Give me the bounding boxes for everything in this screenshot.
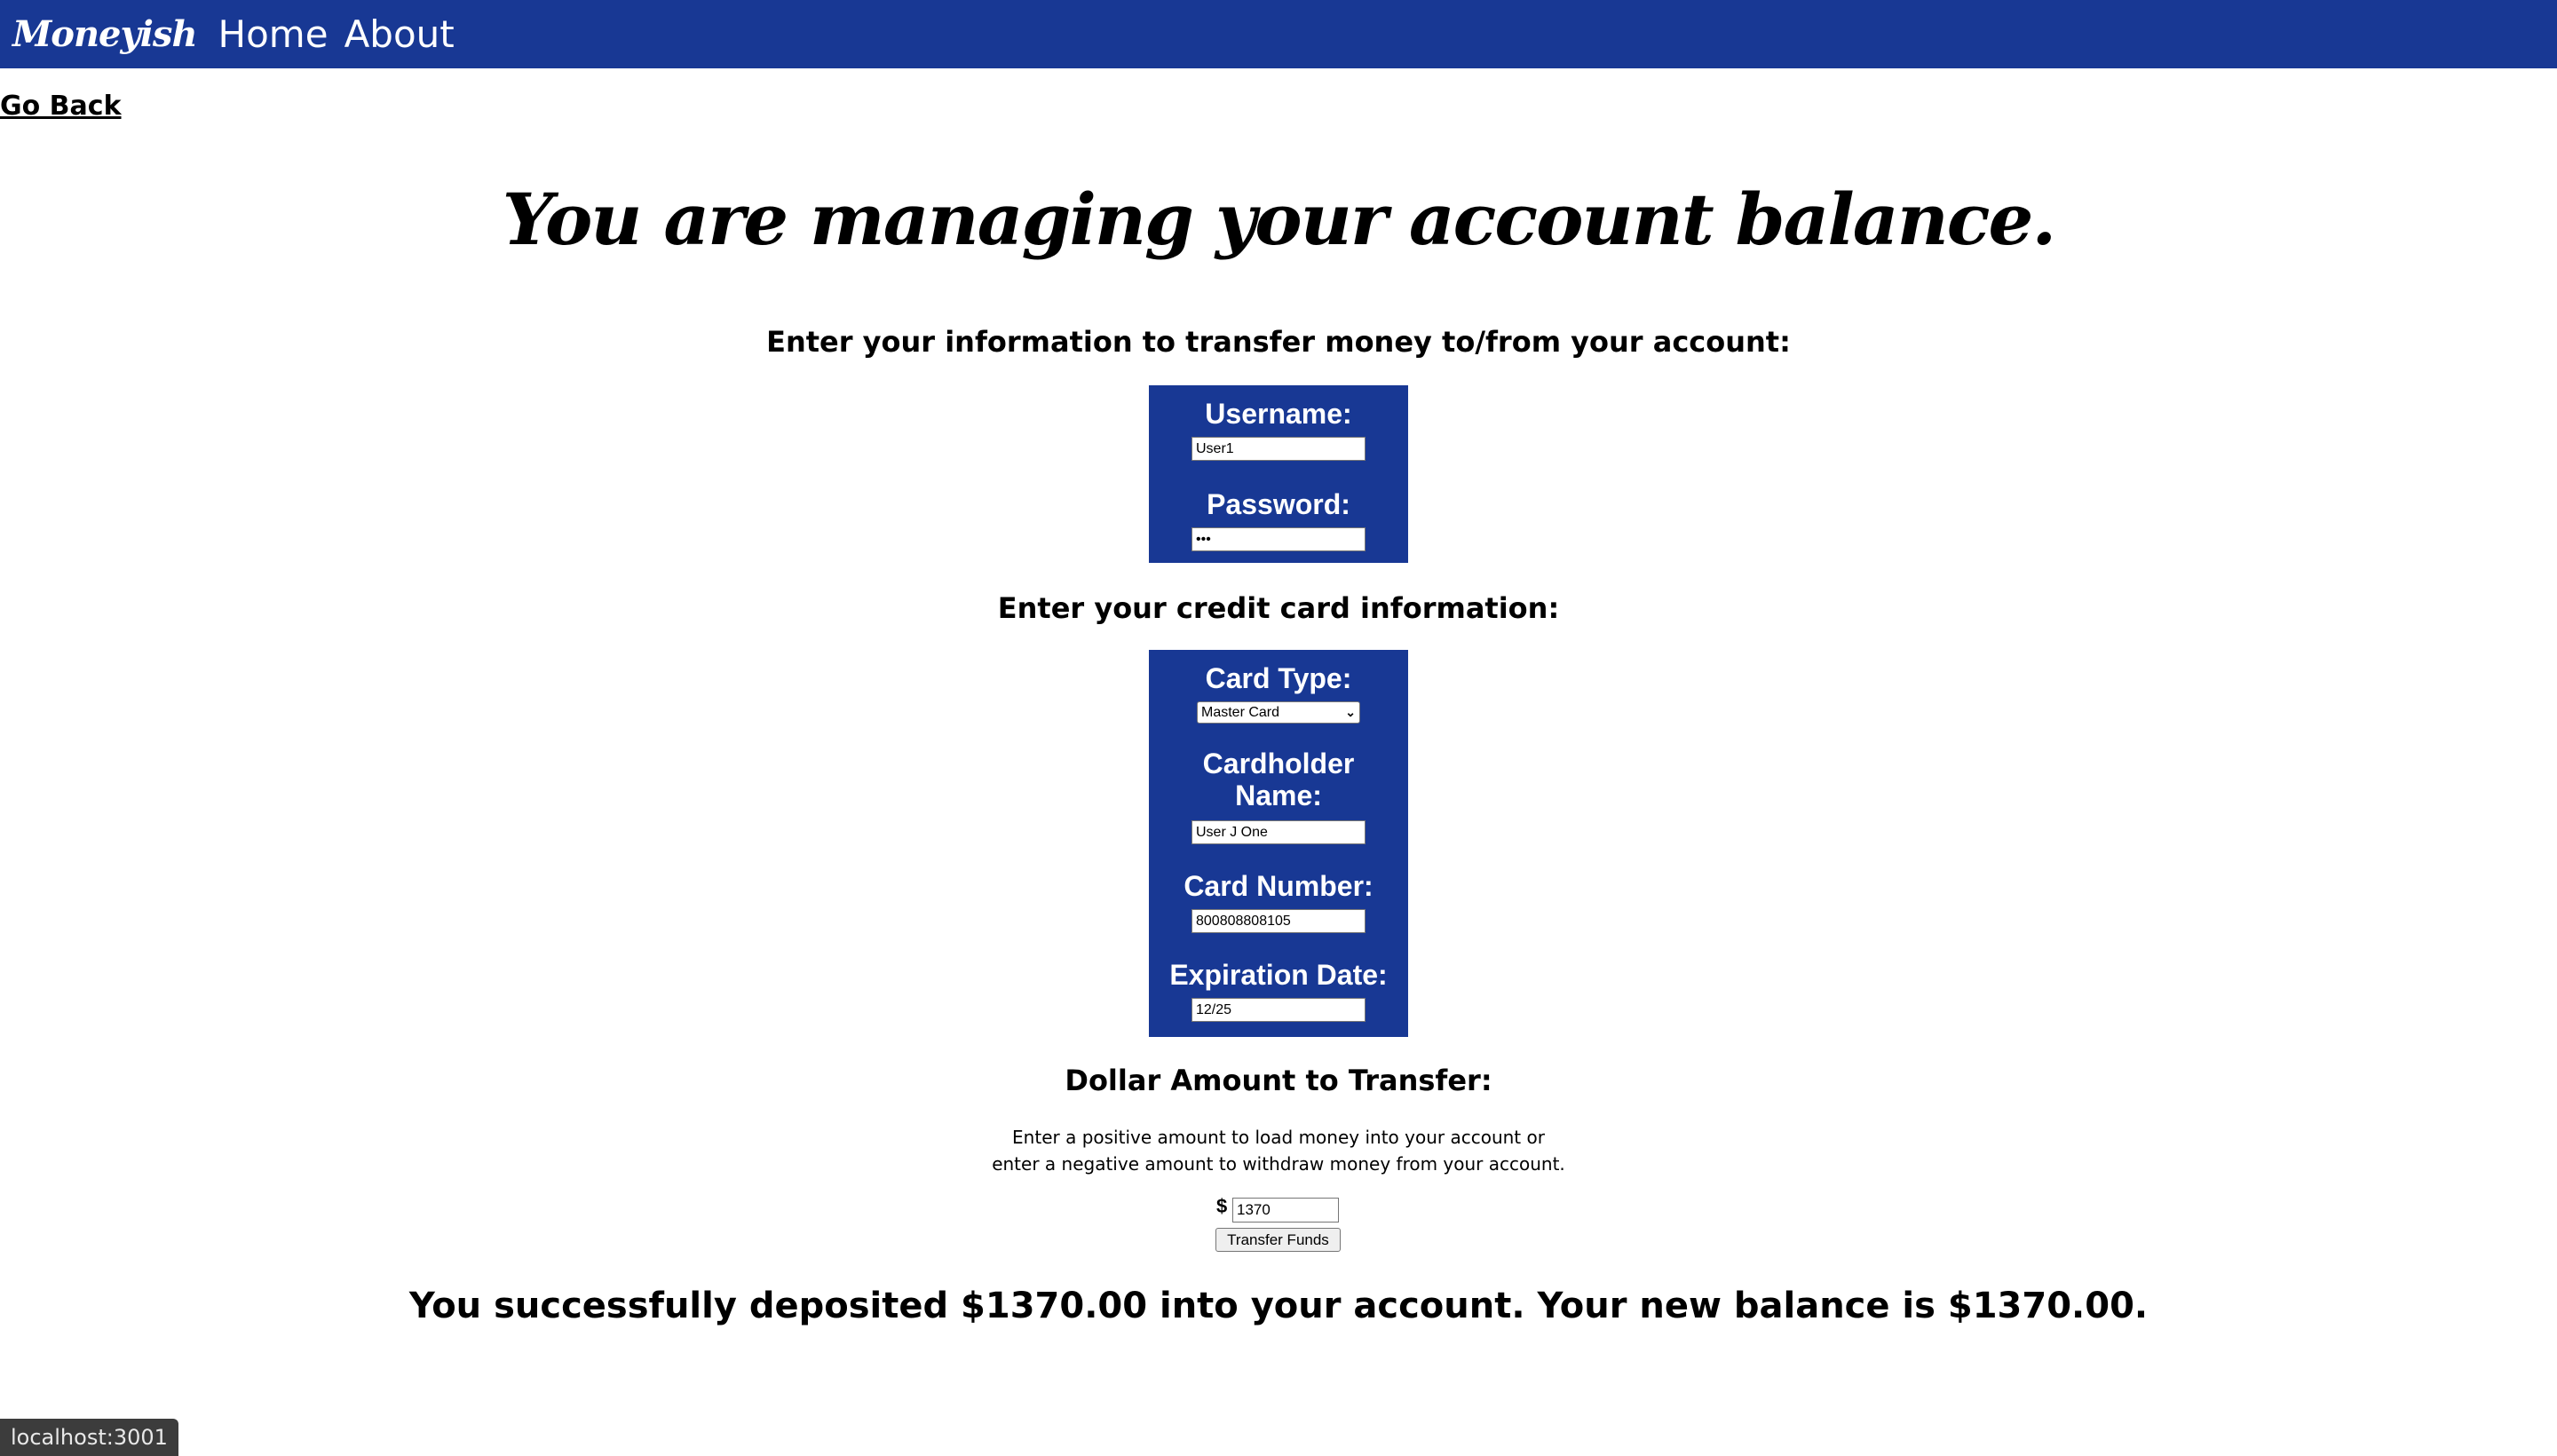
password-label: Password: xyxy=(1207,488,1350,520)
cardholder-label: Cardholder Name: xyxy=(1202,748,1355,811)
chevron-down-icon: ⌄ xyxy=(1345,705,1356,719)
transfer-amount-heading: Dollar Amount to Transfer: xyxy=(1065,1064,1492,1097)
card-type-label: Card Type: xyxy=(1205,662,1352,694)
brand-logo[interactable]: Moneyish xyxy=(12,13,198,55)
status-bar-url: localhost:3001 xyxy=(0,1419,178,1456)
card-number-label: Card Number: xyxy=(1184,870,1373,902)
transfer-funds-button[interactable]: Transfer Funds xyxy=(1215,1228,1341,1252)
nav-link-about[interactable]: About xyxy=(344,12,455,56)
username-input[interactable]: User1 xyxy=(1191,437,1366,461)
username-label: Username: xyxy=(1205,398,1352,430)
page-title: You are managing your account balance. xyxy=(502,178,2056,261)
nav-link-home[interactable]: Home xyxy=(218,12,329,56)
expiration-input[interactable]: 12/25 xyxy=(1191,998,1366,1022)
card-type-select[interactable]: Master Card ⌄ xyxy=(1197,701,1360,724)
top-navbar: Moneyish Home About xyxy=(0,0,2557,68)
cardholder-input[interactable]: User J One xyxy=(1191,820,1366,844)
go-back-link[interactable]: Go Back xyxy=(0,91,122,122)
password-input[interactable]: ••• xyxy=(1191,527,1366,551)
card-number-input[interactable]: 800808808105 xyxy=(1191,909,1366,933)
result-message: You successfully deposited $1370.00 into… xyxy=(408,1286,2149,1326)
dollar-sign: $ xyxy=(1216,1195,1228,1217)
account-info-heading: Enter your information to transfer money… xyxy=(766,325,1791,359)
expiration-label: Expiration Date: xyxy=(1169,959,1388,991)
card-type-selected: Master Card xyxy=(1201,704,1280,720)
credit-card-box: Card Type: Master Card ⌄ Cardholder Name… xyxy=(1149,650,1408,1037)
credit-card-heading: Enter your credit card information: xyxy=(997,591,1560,625)
transfer-note-line2: enter a negative amount to withdraw mone… xyxy=(992,1153,1565,1175)
amount-input[interactable]: 1370 xyxy=(1232,1198,1339,1223)
account-credentials-box: Username: User1 Password: ••• xyxy=(1149,385,1408,563)
transfer-note-line1: Enter a positive amount to load money in… xyxy=(1012,1127,1545,1148)
